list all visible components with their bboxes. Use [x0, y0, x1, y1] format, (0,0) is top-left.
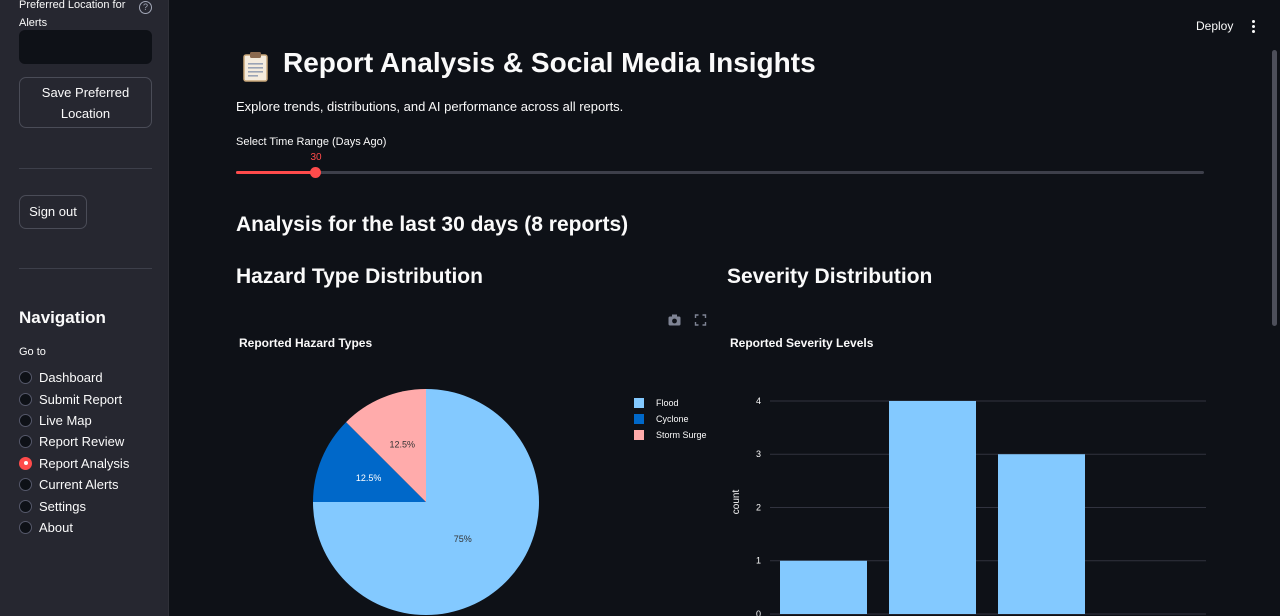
- nav-item-label: Current Alerts: [39, 477, 119, 493]
- nav-item-label: Report Review: [39, 434, 125, 450]
- nav-item-label: Live Map: [39, 412, 92, 428]
- nav-item-live-map[interactable]: Live Map: [19, 410, 129, 431]
- page-title: Report Analysis & Social Media Insights: [283, 47, 816, 78]
- nav-item-label: Report Analysis: [39, 455, 130, 471]
- radio-icon: [19, 371, 32, 385]
- radio-icon: [19, 520, 32, 534]
- preferred-location-label: Preferred Location for Alerts: [19, 0, 126, 29]
- main-menu-icon[interactable]: [1246, 17, 1260, 35]
- nav-item-settings[interactable]: Settings: [19, 495, 129, 516]
- nav-item-label: Dashboard: [39, 370, 103, 386]
- preferred-location-input[interactable]: [19, 30, 152, 64]
- legend-label: Cyclone: [656, 414, 689, 424]
- y-tick-label: 1: [756, 556, 761, 566]
- nav-item-dashboard[interactable]: Dashboard: [19, 367, 129, 388]
- radio-icon: [19, 456, 32, 470]
- sidebar-divider: [19, 168, 152, 169]
- pie-label: 12.5%: [356, 473, 382, 483]
- time-range-slider-label: Select Time Range (Days Ago): [236, 136, 387, 148]
- sidebar-divider: [19, 268, 152, 269]
- fullscreen-icon[interactable]: [694, 314, 707, 326]
- legend-item[interactable]: Cyclone: [634, 411, 707, 427]
- pie-label: 12.5%: [389, 440, 415, 450]
- legend-label: Storm Surge: [656, 430, 707, 440]
- help-icon[interactable]: ?: [139, 1, 152, 14]
- severity-bar[interactable]: [889, 400, 976, 614]
- severity-chart-title: Reported Severity Levels: [730, 336, 874, 350]
- radio-icon: [19, 478, 32, 492]
- nav-item-report-analysis[interactable]: Report Analysis: [19, 453, 129, 474]
- y-tick-label: 0: [756, 609, 761, 616]
- camera-icon[interactable]: [668, 314, 681, 326]
- severity-bar-chart: 0 1 2 3 4 count: [731, 396, 1206, 616]
- clipboard-icon: [243, 52, 268, 82]
- navigation-radio-group: Dashboard Submit Report Live Map Report Rev…: [19, 367, 129, 538]
- nav-item-report-review[interactable]: Report Review: [19, 431, 129, 452]
- save-preferred-location-button[interactable]: Save Preferred Location: [19, 77, 152, 128]
- legend-item[interactable]: Storm Surge: [634, 427, 707, 443]
- page-subtitle: Explore trends, distributions, and AI pe…: [236, 99, 624, 114]
- hazard-pie-chart: 75% 12.5% 12.5%: [313, 389, 539, 615]
- navigation-heading: Navigation: [19, 308, 106, 327]
- severity-bar[interactable]: [780, 560, 867, 614]
- time-range-slider-thumb[interactable]: [310, 167, 321, 178]
- hazard-type-heading: Hazard Type Distribution: [236, 265, 483, 288]
- y-axis-label: count: [731, 490, 742, 515]
- nav-item-label: About: [39, 519, 73, 535]
- legend-swatch: [634, 430, 644, 440]
- radio-icon: [19, 392, 32, 406]
- legend-item[interactable]: Flood: [634, 395, 707, 411]
- sidebar: Preferred Location for Alerts ? Save Pre…: [0, 0, 169, 616]
- severity-bar[interactable]: [998, 454, 1085, 614]
- legend-swatch: [634, 414, 644, 424]
- analysis-heading: Analysis for the last 30 days (8 reports…: [236, 213, 629, 236]
- nav-item-submit-report[interactable]: Submit Report: [19, 388, 129, 409]
- severity-heading: Severity Distribution: [727, 265, 933, 288]
- legend-swatch: [634, 398, 644, 408]
- nav-item-about[interactable]: About: [19, 517, 129, 538]
- time-range-slider-value: 30: [310, 152, 322, 163]
- hazard-legend: Flood Cyclone Storm Surge: [634, 395, 707, 443]
- nav-item-current-alerts[interactable]: Current Alerts: [19, 474, 129, 495]
- radio-icon: [19, 413, 32, 427]
- time-range-slider-track[interactable]: [236, 171, 1204, 174]
- sign-out-button[interactable]: Sign out: [19, 195, 87, 229]
- y-tick-label: 3: [756, 449, 761, 459]
- radio-icon: [19, 435, 32, 449]
- nav-item-label: Submit Report: [39, 391, 123, 407]
- deploy-button[interactable]: Deploy: [1190, 17, 1239, 35]
- pie-label: 75%: [454, 534, 472, 544]
- hazard-chart-title: Reported Hazard Types: [239, 336, 373, 350]
- nav-item-label: Settings: [39, 498, 86, 514]
- scrollbar[interactable]: [1272, 50, 1277, 326]
- time-range-slider-fill: [236, 171, 315, 174]
- radio-icon: [19, 499, 32, 513]
- go-to-label: Go to: [19, 346, 46, 358]
- y-tick-label: 2: [756, 502, 761, 512]
- legend-label: Flood: [656, 398, 679, 408]
- y-tick-label: 4: [756, 396, 761, 406]
